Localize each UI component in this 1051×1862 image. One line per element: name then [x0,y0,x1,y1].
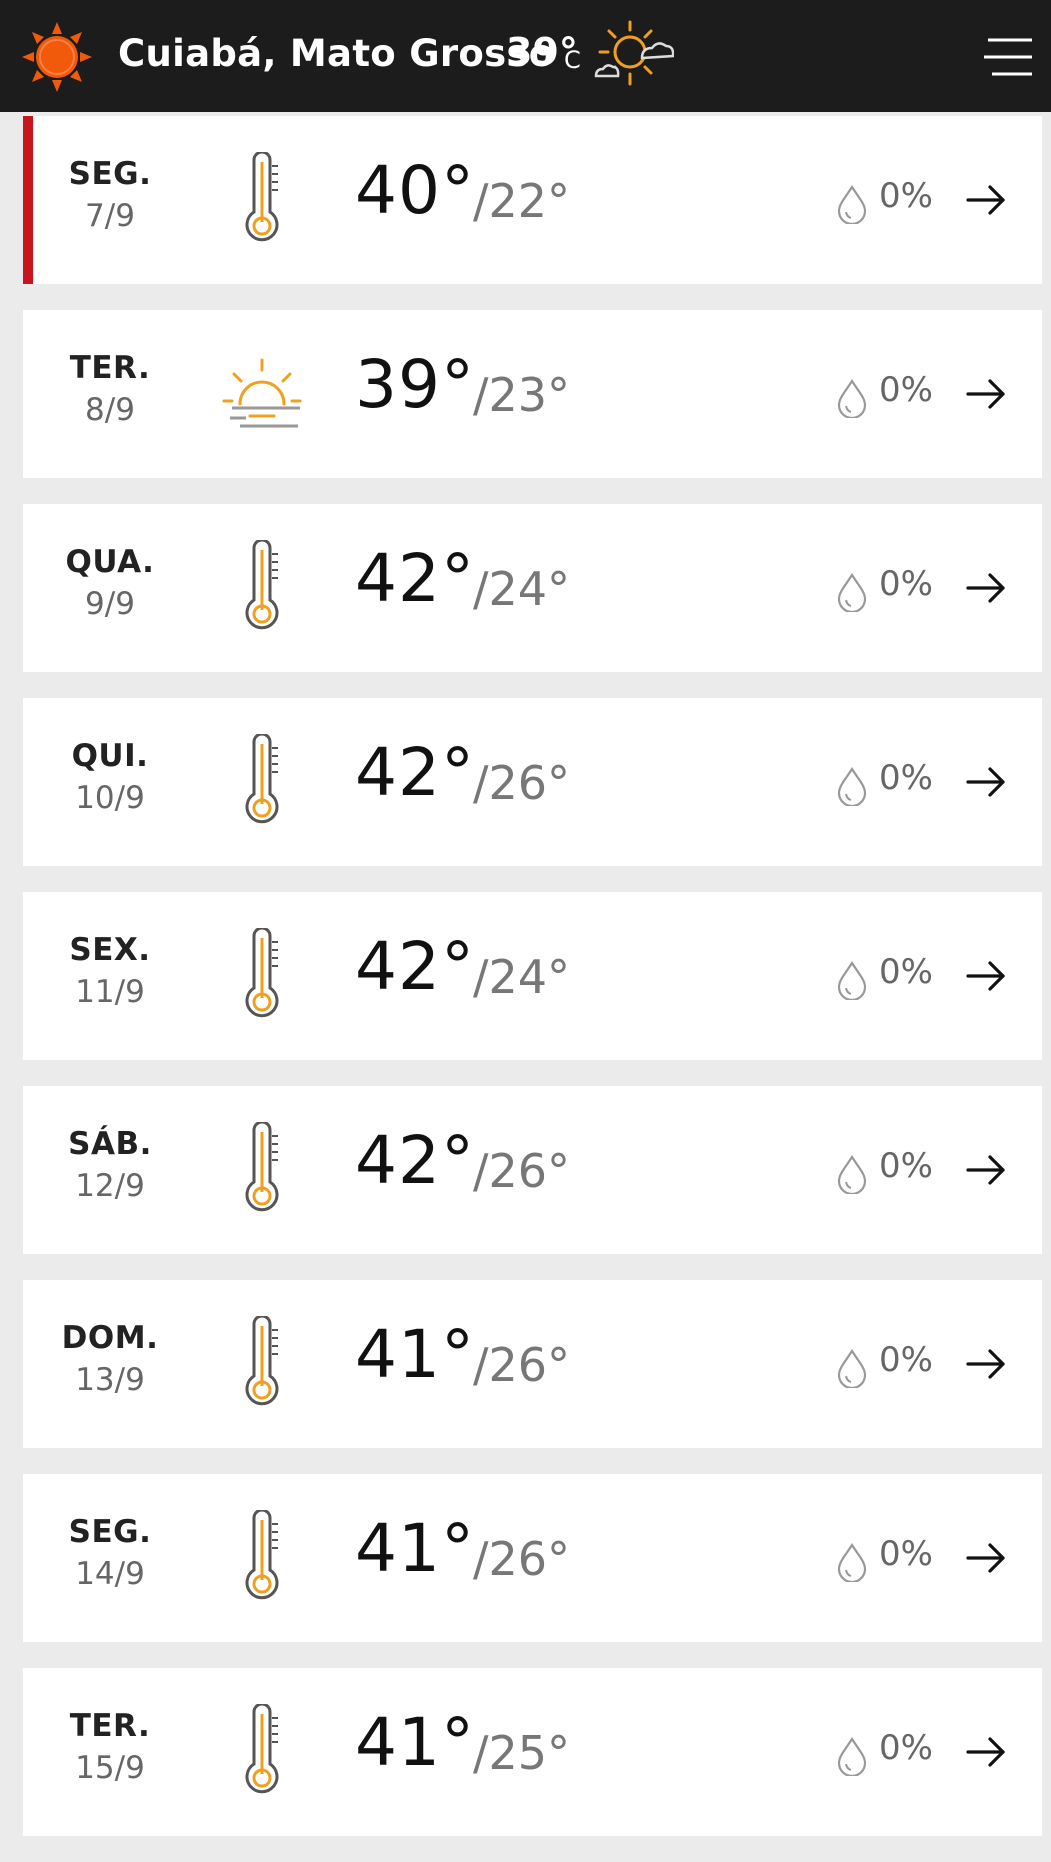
arrow-right-icon[interactable] [965,570,1007,606]
day-name: TER. [69,350,151,386]
arrow-right-icon[interactable] [965,1152,1007,1188]
weather-icon [216,1702,308,1800]
arrow-right-icon[interactable] [965,1346,1007,1382]
rain-probability: 0% [879,1728,933,1768]
rain-probability: 0% [879,1534,933,1574]
day-date: 13/9 [75,1362,145,1398]
sun-haze-icon [222,358,302,428]
max-temperature: 41° [355,1704,475,1781]
forecast-day-row[interactable]: SEG. 14/9 41° /26° 0% [23,1474,1042,1642]
min-temperature: /22° [473,174,571,228]
rain-probability: 0% [879,952,933,992]
raindrop-icon [837,960,867,1000]
forecast-day-row[interactable]: TER. 8/9 39° /23° 0% [23,310,1042,478]
day-date: 8/9 [85,392,135,428]
sun-logo-icon[interactable] [20,20,94,94]
weather-icon [216,346,308,442]
weather-icon [216,1120,308,1218]
forecast-day-row[interactable]: TER. 15/9 41° /25° 0% [23,1668,1042,1836]
raindrop-icon [837,1736,867,1776]
raindrop-icon [837,766,867,806]
raindrop-icon [837,1348,867,1388]
min-temperature: /23° [473,368,571,422]
day-date: 9/9 [85,586,135,622]
thermometer-icon [245,732,279,824]
day-name: DOM. [61,1320,159,1356]
weather-icon [216,732,308,830]
arrow-right-icon[interactable] [965,182,1007,218]
min-temperature: /25° [473,1726,571,1780]
day-date: 11/9 [75,974,145,1010]
max-temperature: 42° [355,734,475,811]
day-name: SEG. [68,1514,152,1550]
forecast-day-row[interactable]: QUI. 10/9 42° /26° 0% [23,698,1042,866]
thermometer-icon [245,1314,279,1406]
thermometer-icon [245,150,279,242]
day-name: SEG. [68,156,152,192]
weather-icon [216,1508,308,1606]
forecast-day-row[interactable]: SEX. 11/9 42° /24° 0% [23,892,1042,1060]
arrow-right-icon[interactable] [965,764,1007,800]
weather-icon [216,150,308,248]
forecast-day-row[interactable]: SEG. 7/9 40° /22° 0% [23,116,1042,284]
thermometer-icon [245,1702,279,1794]
max-temperature: 40° [355,152,475,229]
rain-probability: 0% [879,370,933,410]
forecast-day-row[interactable]: SÁB. 12/9 42° /26° 0% [23,1086,1042,1254]
day-name: SEX. [69,932,151,968]
raindrop-icon [837,1542,867,1582]
arrow-right-icon[interactable] [965,958,1007,994]
temperature-unit: C [564,46,581,74]
weather-icon [216,1314,308,1412]
min-temperature: /26° [473,756,571,810]
thermometer-icon [245,1120,279,1212]
min-temperature: /24° [473,950,571,1004]
thermometer-icon [245,1508,279,1600]
thermometer-icon [245,926,279,1018]
weather-icon [216,926,308,1024]
forecast-day-row[interactable]: DOM. 13/9 41° /26° 0% [23,1280,1042,1448]
max-temperature: 41° [355,1510,475,1587]
forecast-list: SEG. 7/9 40° /22° 0% TER. 8/9 39° /23° 0… [23,116,1042,1862]
day-date: 14/9 [75,1556,145,1592]
max-temperature: 41° [355,1316,475,1393]
location-title: Cuiabá, Mato Grosso [118,32,555,75]
day-name: QUA. [65,544,155,580]
max-temperature: 42° [355,928,475,1005]
raindrop-icon [837,1154,867,1194]
day-name: QUI. [71,738,149,774]
raindrop-icon [837,572,867,612]
day-name: SÁB. [68,1126,152,1162]
max-temperature: 39° [355,346,475,423]
raindrop-icon [837,184,867,224]
arrow-right-icon[interactable] [965,376,1007,412]
min-temperature: /26° [473,1532,571,1586]
max-temperature: 42° [355,1122,475,1199]
sun-cloud-icon [594,20,674,86]
arrow-right-icon[interactable] [965,1734,1007,1770]
day-date: 10/9 [75,780,145,816]
min-temperature: /24° [473,562,571,616]
max-temperature: 42° [355,540,475,617]
app-header: Cuiabá, Mato Grosso 39° C [0,0,1051,112]
thermometer-icon [245,538,279,630]
min-temperature: /26° [473,1338,571,1392]
rain-probability: 0% [879,1146,933,1186]
rain-probability: 0% [879,564,933,604]
day-date: 12/9 [75,1168,145,1204]
rain-probability: 0% [879,176,933,216]
hamburger-menu-icon[interactable] [982,34,1034,80]
raindrop-icon [837,378,867,418]
rain-probability: 0% [879,1340,933,1380]
rain-probability: 0% [879,758,933,798]
day-date: 7/9 [85,198,135,234]
day-name: TER. [69,1708,151,1744]
forecast-day-row[interactable]: QUA. 9/9 42° /24° 0% [23,504,1042,672]
arrow-right-icon[interactable] [965,1540,1007,1576]
day-date: 15/9 [75,1750,145,1786]
min-temperature: /26° [473,1144,571,1198]
weather-icon [216,538,308,636]
